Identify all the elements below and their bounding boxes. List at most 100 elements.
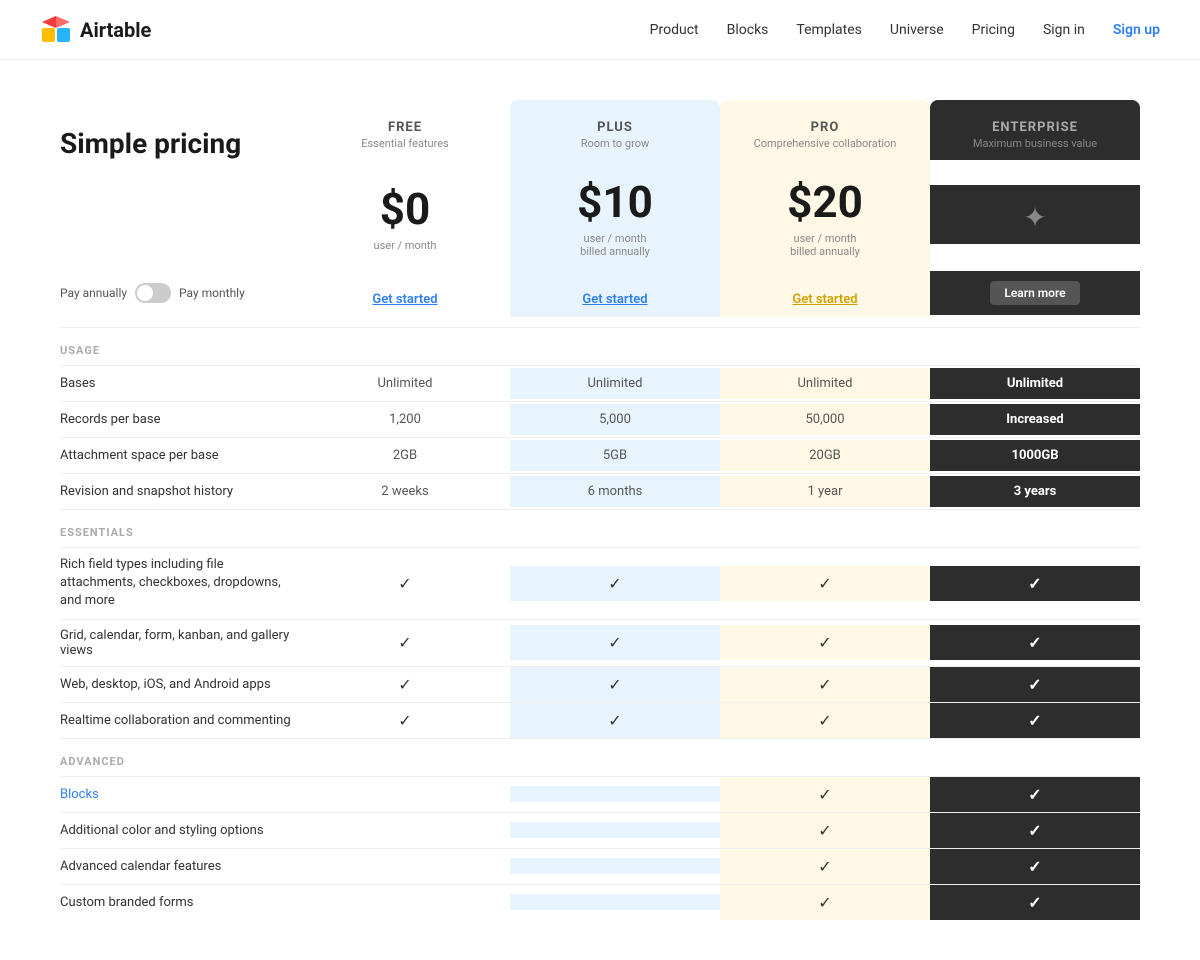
billing-monthly-label: Pay monthly xyxy=(179,286,245,300)
feature-val-apps-enterprise: ✓ xyxy=(930,667,1140,702)
price-sub-pro: user / month billed annually xyxy=(730,232,920,258)
feature-label-adv-calendar: Advanced calendar features xyxy=(60,851,300,882)
feature-val-bases-pro: Unlimited xyxy=(720,368,930,399)
price-sub-free: user / month xyxy=(310,239,500,252)
price-free: $0 user / month xyxy=(300,167,510,262)
cta-pro: Get started xyxy=(720,268,930,317)
feature-val-collab-free: ✓ xyxy=(300,703,510,738)
plan-subtitle-pro: Comprehensive collaboration xyxy=(730,137,920,150)
row-color: Additional color and styling options ✓ ✓ xyxy=(60,812,1140,848)
feature-val-apps-free: ✓ xyxy=(300,667,510,702)
feature-val-bases-plus: Unlimited xyxy=(510,368,720,399)
plan-name-free: FREE xyxy=(310,120,500,135)
cta-plus: Get started xyxy=(510,268,720,317)
billing-toggle-switch[interactable] xyxy=(135,283,171,303)
feature-val-collab-plus: ✓ xyxy=(510,703,720,738)
nav-universe[interactable]: Universe xyxy=(890,22,944,38)
plan-name-plus: PLUS xyxy=(520,120,710,135)
main-content: Simple pricing FREE Essential features P… xyxy=(0,60,1200,960)
feature-val-color-free xyxy=(300,822,510,838)
plan-header-plus: PLUS Room to grow xyxy=(510,100,720,160)
cta-button-enterprise[interactable]: Learn more xyxy=(990,281,1079,305)
row-adv-calendar: Advanced calendar features ✓ ✓ xyxy=(60,848,1140,884)
price-value-free: $0 xyxy=(310,183,500,235)
billing-toggle[interactable]: Pay annually Pay monthly xyxy=(60,273,300,313)
feature-val-records-plus: 5,000 xyxy=(510,404,720,435)
feature-val-records-pro: 50,000 xyxy=(720,404,930,435)
nav-templates[interactable]: Templates xyxy=(796,22,862,38)
feature-val-blocks-plus xyxy=(510,786,720,802)
feature-val-views-enterprise: ✓ xyxy=(930,625,1140,660)
feature-val-views-free: ✓ xyxy=(300,625,510,660)
price-enterprise: ✦ xyxy=(930,185,1140,244)
row-custom-forms: Custom branded forms ✓ ✓ xyxy=(60,884,1140,920)
feature-val-forms-enterprise: ✓ xyxy=(930,885,1140,920)
feature-label-revision: Revision and snapshot history xyxy=(60,476,300,507)
plan-header-free: FREE Essential features xyxy=(300,100,510,160)
feature-val-revision-plus: 6 months xyxy=(510,476,720,507)
feature-val-forms-pro: ✓ xyxy=(720,885,930,920)
row-blocks: Blocks ✓ ✓ xyxy=(60,776,1140,812)
price-value-pro: $20 xyxy=(730,176,920,228)
price-plus: $10 user / month billed annually xyxy=(510,160,720,268)
feature-val-collab-enterprise: ✓ xyxy=(930,703,1140,738)
price-pro: $20 user / month billed annually xyxy=(720,160,930,268)
feature-val-advcal-plus xyxy=(510,858,720,874)
feature-val-records-free: 1,200 xyxy=(300,404,510,435)
feature-val-color-pro: ✓ xyxy=(720,813,930,848)
feature-val-rich-free: ✓ xyxy=(300,566,510,601)
feature-val-forms-plus xyxy=(510,894,720,910)
feature-val-rich-enterprise: ✓ xyxy=(930,566,1140,601)
feature-label-blocks[interactable]: Blocks xyxy=(60,779,300,810)
nav-signin[interactable]: Sign in xyxy=(1043,22,1085,38)
feature-val-revision-pro: 1 year xyxy=(720,476,930,507)
plan-name-enterprise: ENTERPRISE xyxy=(940,120,1130,135)
row-revision: Revision and snapshot history 2 weeks 6 … xyxy=(60,473,1140,509)
logo-icon xyxy=(40,14,72,46)
advanced-section-label: ADVANCED xyxy=(60,738,1140,776)
row-rich-fields: Rich field types including file attachme… xyxy=(60,547,1140,619)
row-records: Records per base 1,200 5,000 50,000 Incr… xyxy=(60,401,1140,437)
feature-val-blocks-enterprise: ✓ xyxy=(930,777,1140,812)
cta-button-free[interactable]: Get started xyxy=(372,292,437,307)
feature-val-blocks-pro: ✓ xyxy=(720,777,930,812)
feature-label-apps: Web, desktop, iOS, and Android apps xyxy=(60,669,300,700)
nav-signup[interactable]: Sign up xyxy=(1113,22,1160,38)
cta-button-plus[interactable]: Get started xyxy=(582,292,647,307)
row-collab: Realtime collaboration and commenting ✓ … xyxy=(60,702,1140,738)
logo[interactable]: Airtable xyxy=(40,14,151,46)
advanced-section: ADVANCED Blocks ✓ ✓ Additional color and… xyxy=(60,738,1140,920)
feature-val-bases-enterprise: Unlimited xyxy=(930,368,1140,399)
feature-label-views: Grid, calendar, form, kanban, and galler… xyxy=(60,620,300,666)
usage-section-label: USAGE xyxy=(60,327,1140,365)
feature-label-custom-forms: Custom branded forms xyxy=(60,887,300,918)
feature-label-color: Additional color and styling options xyxy=(60,815,300,846)
feature-val-attachment-enterprise: 1000GB xyxy=(930,440,1140,471)
feature-val-color-plus xyxy=(510,822,720,838)
feature-val-rich-plus: ✓ xyxy=(510,566,720,601)
nav-pricing[interactable]: Pricing xyxy=(972,22,1015,38)
feature-val-bases-free: Unlimited xyxy=(300,368,510,399)
cta-button-pro[interactable]: Get started xyxy=(792,292,857,307)
nav-blocks[interactable]: Blocks xyxy=(727,22,769,38)
nav-links: Product Blocks Templates Universe Pricin… xyxy=(650,22,1160,38)
feature-label-bases: Bases xyxy=(60,368,300,399)
plan-subtitle-enterprise: Maximum business value xyxy=(940,137,1130,150)
feature-val-blocks-free xyxy=(300,786,510,802)
feature-val-attachment-pro: 20GB xyxy=(720,440,930,471)
feature-val-revision-free: 2 weeks xyxy=(300,476,510,507)
row-views: Grid, calendar, form, kanban, and galler… xyxy=(60,619,1140,666)
logo-text: Airtable xyxy=(80,18,151,42)
nav-product[interactable]: Product xyxy=(650,22,699,38)
plan-subtitle-plus: Room to grow xyxy=(520,137,710,150)
feature-val-advcal-free xyxy=(300,858,510,874)
navbar: Airtable Product Blocks Templates Univer… xyxy=(0,0,1200,60)
feature-val-attachment-plus: 5GB xyxy=(510,440,720,471)
feature-val-records-enterprise: Increased xyxy=(930,404,1140,435)
feature-val-advcal-pro: ✓ xyxy=(720,849,930,884)
cta-free: Get started xyxy=(300,268,510,317)
row-bases: Bases Unlimited Unlimited Unlimited Unli… xyxy=(60,365,1140,401)
feature-val-views-pro: ✓ xyxy=(720,625,930,660)
plan-name-pro: PRO xyxy=(730,120,920,135)
feature-val-rich-pro: ✓ xyxy=(720,566,930,601)
